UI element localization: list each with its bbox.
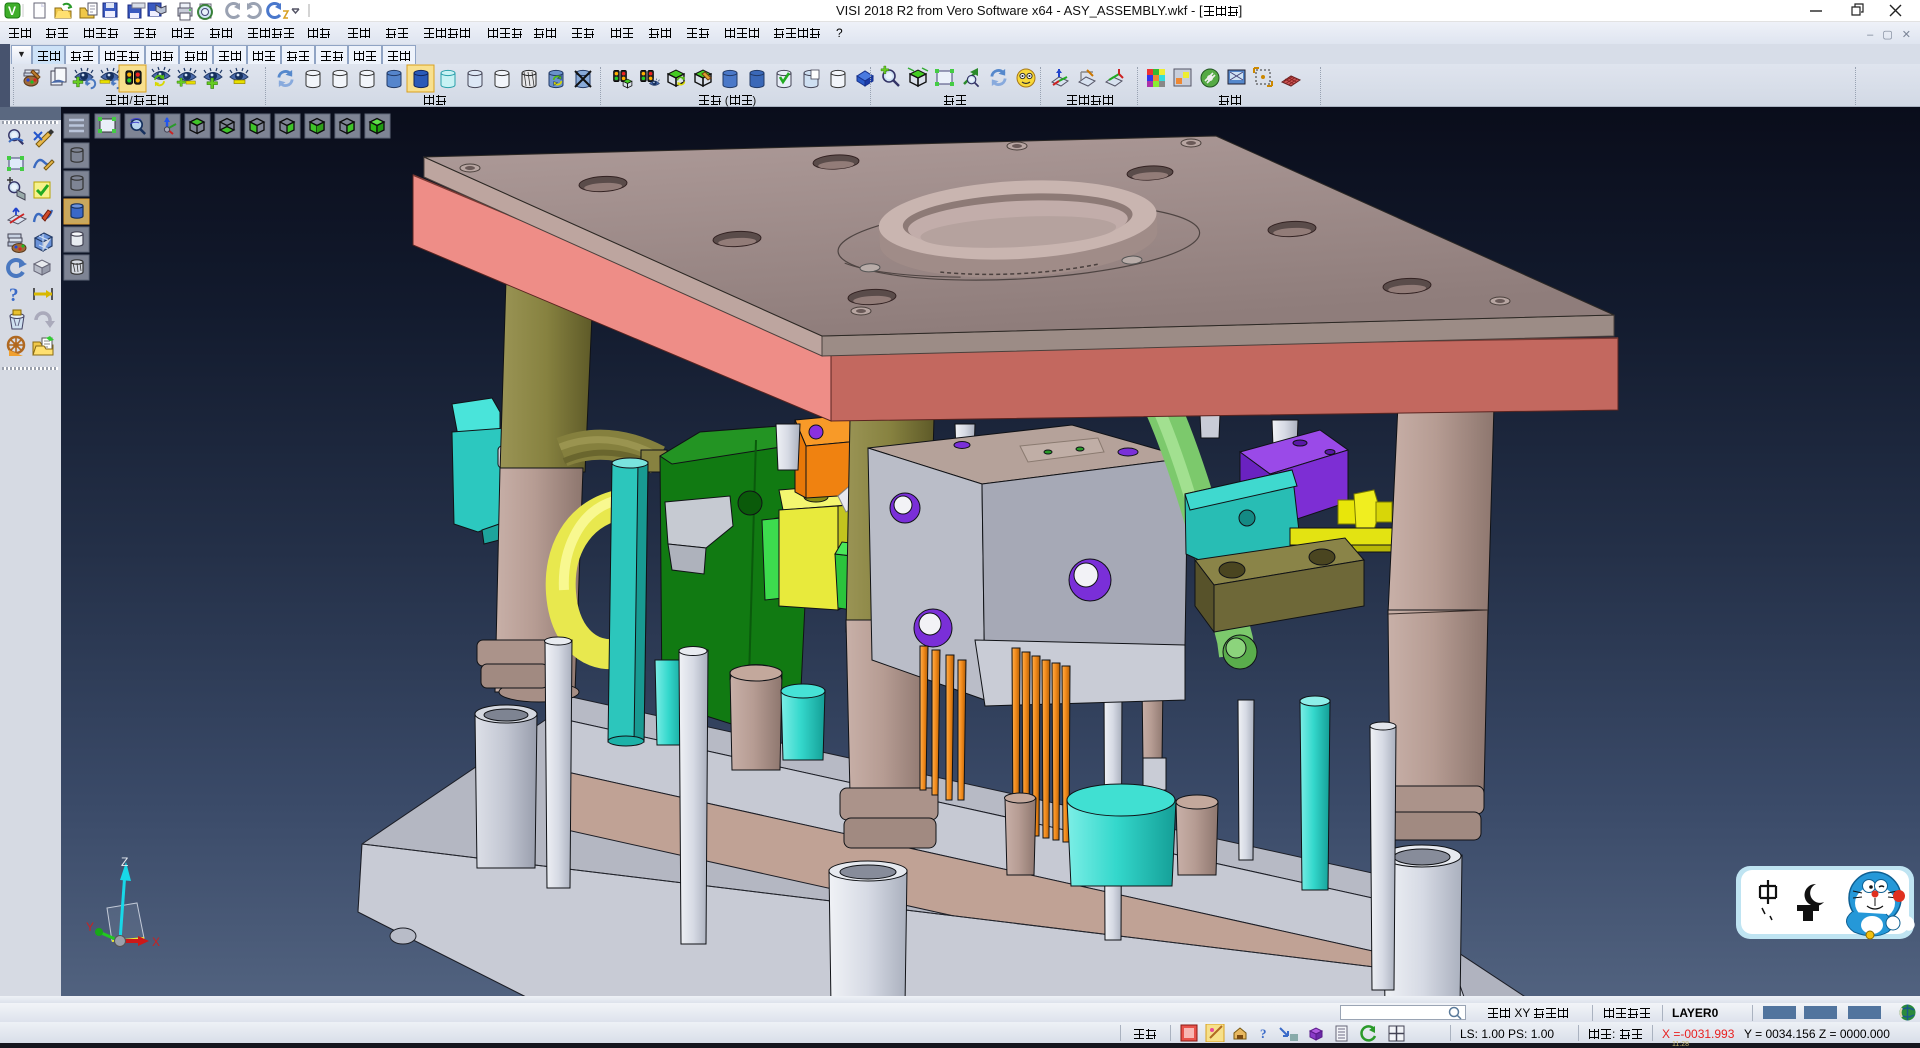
svg-text:?: ? bbox=[9, 285, 19, 306]
svg-text:X: X bbox=[152, 935, 160, 949]
svg-text:V: V bbox=[8, 4, 16, 18]
svg-text:Y: Y bbox=[86, 920, 94, 934]
svg-text:Z: Z bbox=[121, 855, 128, 869]
svg-text:?: ? bbox=[1260, 1026, 1267, 1041]
